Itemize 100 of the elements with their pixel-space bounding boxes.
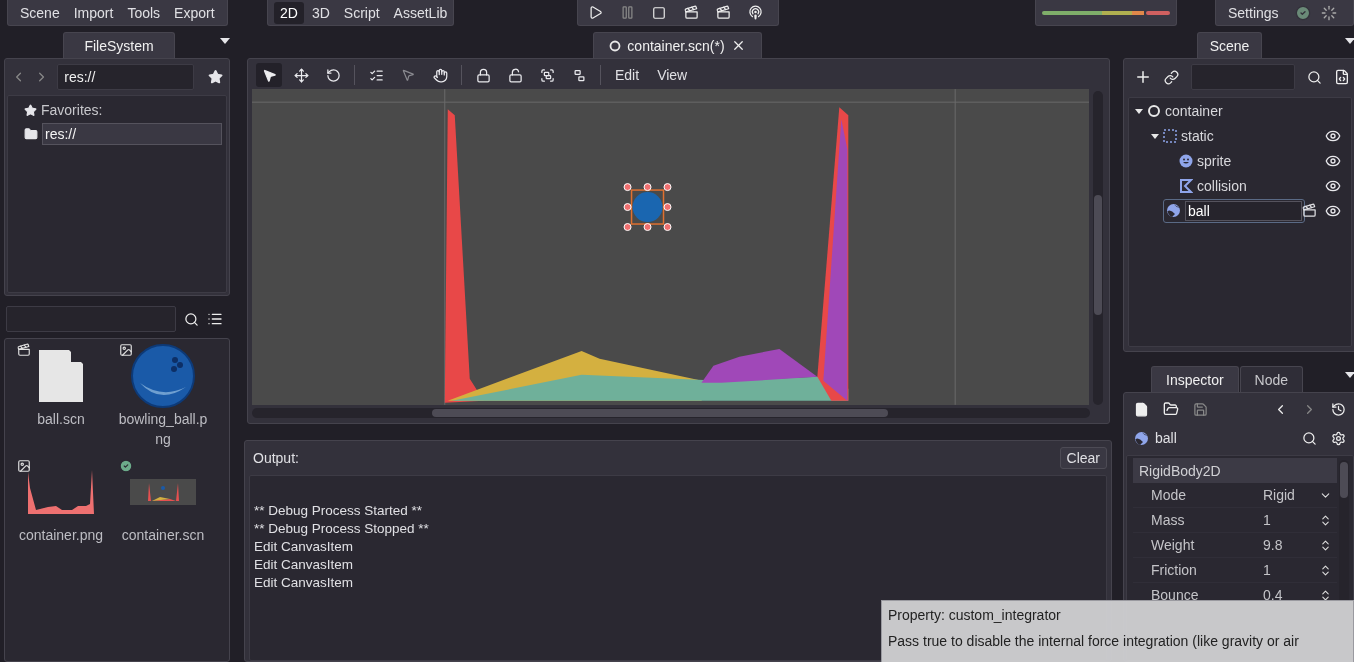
unlock-icon[interactable]: [507, 67, 523, 83]
collapse-arrow-icon[interactable]: [1151, 131, 1159, 140]
log-line: ** Debug Process Stopped **: [254, 521, 429, 536]
globe-node-icon: [1134, 430, 1149, 446]
save-icon[interactable]: [1193, 401, 1208, 417]
tooltip-text: Pass true to disable the internal force integration (like gravity or air: [888, 633, 1299, 649]
output-title: Output:: [253, 450, 299, 466]
spinner-arrows-icon[interactable]: [1319, 563, 1332, 577]
log-line: Edit CanvasItem: [254, 575, 354, 590]
select-tool-button[interactable]: [256, 63, 282, 87]
menu-item[interactable]: Import: [67, 1, 120, 24]
file-name[interactable]: bowling_ball.png: [115, 409, 211, 449]
editor-tab[interactable]: container.scn(*): [593, 32, 762, 58]
image-icon: [119, 343, 133, 357]
favorite-star-icon[interactable]: [207, 69, 223, 85]
favorite-item[interactable]: res://: [42, 123, 222, 145]
group-icon[interactable]: [539, 67, 555, 83]
menu-item[interactable]: Export: [168, 1, 221, 24]
ungroup-icon[interactable]: [571, 67, 587, 83]
workspace-tab[interactable]: 3D: [305, 1, 336, 24]
property-value[interactable]: 1: [1263, 512, 1319, 528]
collision-shape-icon: [1179, 178, 1193, 193]
viewport-menu[interactable]: Edit: [609, 65, 646, 85]
pan-hand-icon[interactable]: [432, 67, 448, 83]
dock-tab[interactable]: FileSystem: [63, 32, 175, 58]
dropdown-arrow-icon[interactable]: [1345, 372, 1354, 378]
scene-thumbnail-icon: [130, 479, 196, 505]
spinner-icon: [1320, 4, 1337, 21]
viewport-menu[interactable]: View: [651, 65, 694, 85]
menu-item[interactable]: Tools: [121, 1, 167, 24]
list-view-icon[interactable]: [207, 311, 223, 327]
property-value[interactable]: 1: [1263, 562, 1319, 578]
script-icon[interactable]: [1334, 69, 1350, 85]
pause-icon[interactable]: [619, 5, 635, 20]
path-field[interactable]: res://: [57, 64, 194, 90]
smiley-icon: [1179, 153, 1193, 168]
spinner-arrows-icon[interactable]: [1319, 588, 1332, 602]
play-icon[interactable]: [587, 5, 603, 20]
collapse-arrow-icon[interactable]: [1135, 106, 1143, 115]
dropdown-arrow-icon[interactable]: [220, 38, 230, 44]
property-name: Mode: [1151, 487, 1188, 503]
broadcast-icon[interactable]: [747, 5, 763, 20]
history-icon[interactable]: [1331, 401, 1346, 417]
document-icon: [37, 348, 85, 404]
clear-button[interactable]: Clear: [1059, 447, 1107, 469]
inspector-tab[interactable]: Inspector: [1151, 366, 1239, 392]
workspace-tab[interactable]: 2D: [274, 1, 304, 24]
file-name[interactable]: ball.scn: [13, 409, 109, 429]
folder-icon: [24, 127, 38, 141]
lock-icon[interactable]: [475, 67, 491, 83]
file-name[interactable]: container.scn: [115, 525, 211, 545]
property-value[interactable]: 9.8: [1263, 537, 1319, 553]
section-header[interactable]: RigidBody2D: [1133, 458, 1337, 483]
menu-item[interactable]: Scene: [14, 1, 66, 24]
tree-node[interactable]: collision: [1197, 177, 1247, 194]
workspace-tab[interactable]: AssetLib: [387, 1, 454, 24]
log-line: ** Debug Process Started **: [254, 503, 423, 518]
property-name: Weight: [1151, 537, 1196, 553]
dashed-square-icon: [1163, 128, 1177, 143]
inspector-tab[interactable]: Node: [1239, 366, 1304, 392]
stop-icon[interactable]: [652, 5, 666, 20]
favorites-label: Favorites:: [41, 102, 103, 118]
tree-node[interactable]: container: [1165, 102, 1223, 119]
search-icon[interactable]: [184, 311, 199, 327]
tree-node[interactable]: static: [1181, 127, 1214, 144]
search-icon[interactable]: [1302, 430, 1317, 446]
link-icon[interactable]: [1164, 69, 1179, 85]
globe-node-icon: [1166, 203, 1181, 218]
clapperboard-icon[interactable]: [683, 5, 699, 20]
node-filter-field[interactable]: [1191, 64, 1295, 90]
rotate-icon[interactable]: [325, 67, 341, 83]
dock-tab[interactable]: Scene: [1197, 32, 1262, 58]
move-icon[interactable]: [293, 67, 309, 83]
spinner-arrows-icon[interactable]: [1319, 513, 1332, 527]
property-value[interactable]: 0.4: [1263, 587, 1319, 603]
property-name: Friction: [1151, 562, 1198, 578]
clapperboard-icon[interactable]: [1302, 203, 1317, 218]
open-folder-icon[interactable]: [1163, 401, 1179, 417]
horizontal-scrollbar[interactable]: [252, 408, 1090, 418]
new-file-icon[interactable]: [1134, 401, 1149, 417]
pivot-pointer-icon[interactable]: [401, 68, 415, 82]
file-name[interactable]: container.png: [13, 525, 109, 545]
search-icon[interactable]: [1307, 69, 1322, 85]
circle-node-icon: [1147, 103, 1161, 118]
workspace-tab[interactable]: Script: [337, 1, 386, 24]
add-node-icon[interactable]: [1134, 68, 1152, 86]
tooltip-title: Property: custom_integrator: [888, 607, 1061, 623]
settings-icon[interactable]: [1331, 430, 1346, 446]
node-rename-field[interactable]: ball: [1163, 198, 1305, 223]
vertical-scrollbar[interactable]: [1093, 91, 1103, 405]
log-line: Edit CanvasItem: [254, 539, 354, 554]
tab-title: container.scn(*): [627, 37, 725, 54]
file-search-field[interactable]: [6, 306, 176, 332]
object-name: ball: [1155, 430, 1177, 446]
list-select-icon[interactable]: [368, 67, 384, 83]
spinner-arrows-icon[interactable]: [1319, 538, 1332, 552]
dropdown-arrow-icon[interactable]: [1345, 38, 1354, 44]
property-value[interactable]: Rigid: [1263, 487, 1319, 503]
tree-node[interactable]: sprite: [1197, 152, 1232, 169]
clapperboard-icon[interactable]: [715, 5, 731, 20]
